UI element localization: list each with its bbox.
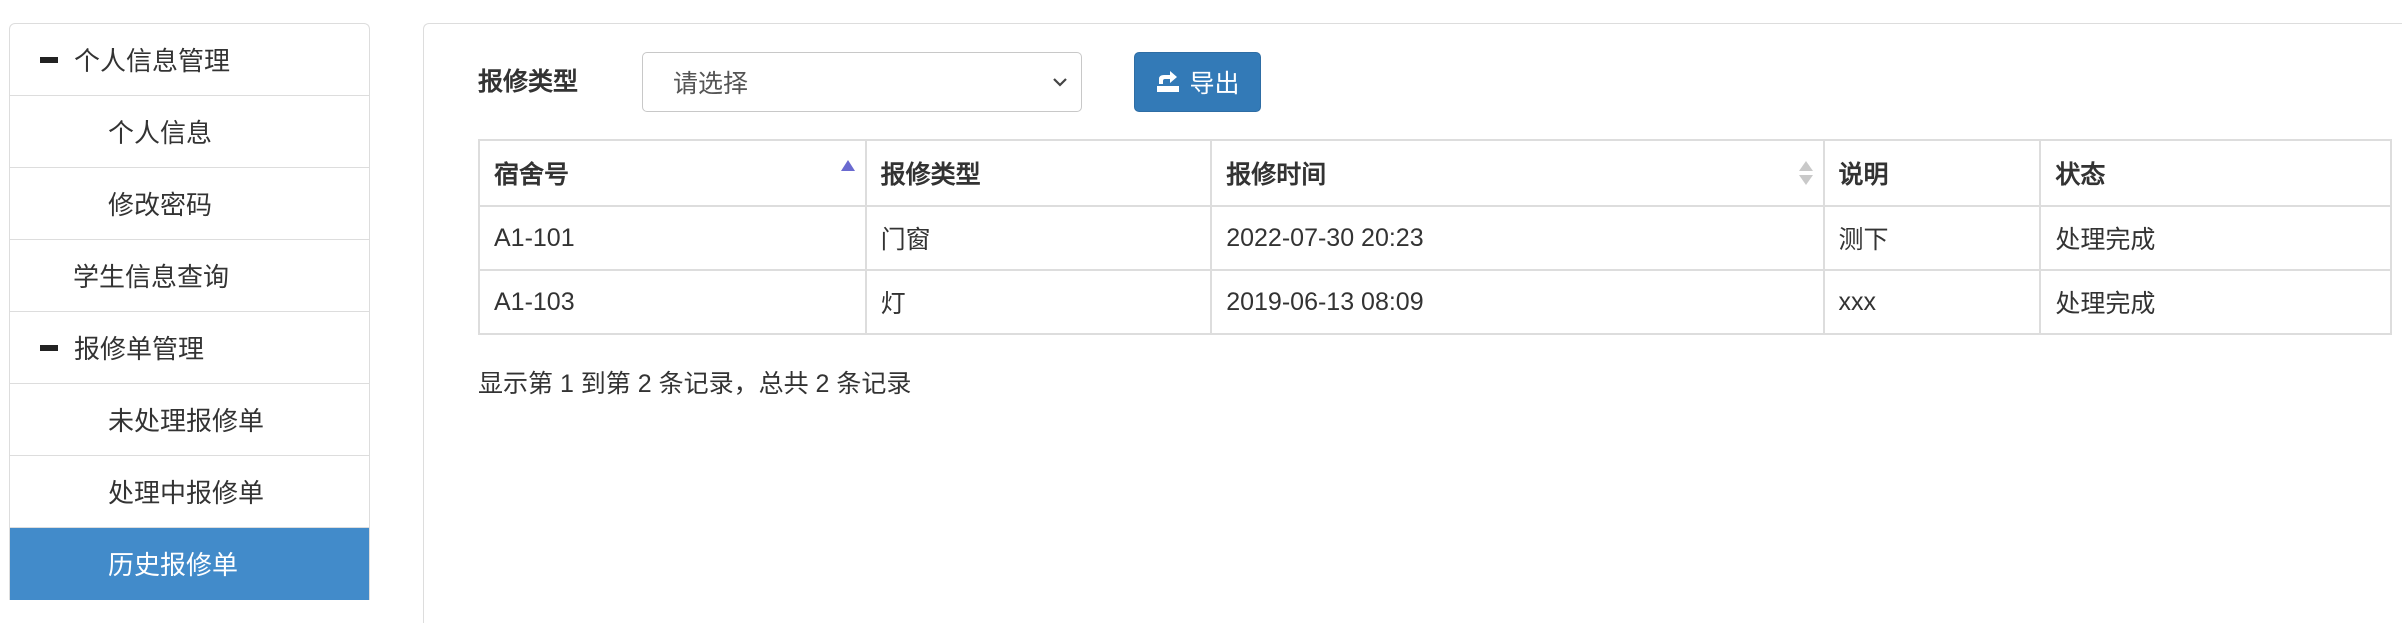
sidebar-item-label: 处理中报修单 — [108, 478, 265, 508]
column-header-dorm[interactable]: 宿舍号 — [478, 139, 867, 207]
chevron-down-icon — [1053, 78, 1067, 87]
sidebar-group-repair-management[interactable]: 报修单管理 — [10, 312, 369, 384]
column-header-label: 报修类型 — [880, 161, 981, 189]
column-header-label: 报修时间 — [1226, 161, 1327, 189]
sidebar-item-label: 报修单管理 — [74, 334, 205, 364]
table-row[interactable]: A1-101 门窗 2022-07-30 20:23 测下 处理完成 — [478, 205, 2392, 271]
cell-description: xxx — [1822, 269, 2042, 335]
cell-dorm: A1-101 — [478, 205, 867, 271]
column-header-label: 宿舍号 — [494, 161, 570, 189]
sidebar-item-label: 学生信息查询 — [73, 262, 230, 292]
sidebar-item-unprocessed-repairs[interactable]: 未处理报修单 — [10, 384, 369, 456]
cell-repair-time: 2022-07-30 20:23 — [1210, 205, 1825, 271]
sidebar-item-change-password[interactable]: 修改密码 — [10, 168, 369, 240]
column-header-label: 说明 — [1838, 161, 1889, 189]
cell-dorm: A1-103 — [478, 269, 867, 335]
column-header-description: 说明 — [1822, 139, 2042, 207]
cell-description: 测下 — [1822, 205, 2042, 271]
select-value: 请选择 — [673, 70, 749, 98]
sidebar-item-repair-history[interactable]: 历史报修单 — [10, 528, 369, 600]
table-row[interactable]: A1-103 灯 2019-06-13 08:09 xxx 处理完成 — [478, 269, 2392, 335]
column-header-repair-type: 报修类型 — [864, 139, 1213, 207]
main-panel: 报修类型 请选择 导出 宿舍号 报修类型 报修时间 说明 状态 A1-101 门… — [423, 23, 2402, 623]
column-header-repair-time[interactable]: 报修时间 — [1210, 139, 1825, 207]
sidebar-item-label: 未处理报修单 — [108, 406, 265, 436]
export-icon — [1157, 71, 1180, 92]
sidebar-item-label: 修改密码 — [108, 190, 213, 220]
table-header-row: 宿舍号 报修类型 报修时间 说明 状态 — [478, 139, 2392, 207]
sidebar-item-label: 个人信息管理 — [74, 46, 231, 76]
cell-repair-type: 门窗 — [864, 205, 1213, 271]
column-header-status: 状态 — [2039, 139, 2392, 207]
collapse-minus-icon — [40, 56, 58, 63]
export-button-label: 导出 — [1189, 70, 1240, 98]
sort-both-icon — [1798, 161, 1813, 187]
cell-status: 处理完成 — [2039, 205, 2392, 271]
sidebar-item-processing-repairs[interactable]: 处理中报修单 — [10, 456, 369, 528]
sidebar-item-label: 历史报修单 — [108, 550, 239, 580]
repair-history-table: 宿舍号 报修类型 报修时间 说明 状态 A1-101 门窗 2022-07-30… — [478, 139, 2392, 335]
export-button[interactable]: 导出 — [1134, 52, 1261, 112]
cell-repair-time: 2019-06-13 08:09 — [1210, 269, 1825, 335]
sidebar-group-personal-info[interactable]: 个人信息管理 — [10, 24, 369, 96]
repair-type-filter-label: 报修类型 — [478, 68, 579, 96]
repair-type-select[interactable]: 请选择 — [642, 52, 1082, 112]
sidebar-item-personal-info[interactable]: 个人信息 — [10, 96, 369, 168]
sort-ascending-icon — [840, 160, 855, 171]
sidebar-item-label: 个人信息 — [108, 118, 213, 148]
sidebar-nav: 个人信息管理 个人信息 修改密码 学生信息查询 报修单管理 未处理报修单 处理中… — [9, 23, 370, 600]
column-header-label: 状态 — [2055, 161, 2106, 189]
sidebar-item-student-query[interactable]: 学生信息查询 — [10, 240, 369, 312]
pagination-info: 显示第 1 到第 2 条记录，总共 2 条记录 — [478, 370, 912, 398]
collapse-minus-icon — [40, 344, 58, 351]
cell-repair-type: 灯 — [864, 269, 1213, 335]
cell-status: 处理完成 — [2039, 269, 2392, 335]
